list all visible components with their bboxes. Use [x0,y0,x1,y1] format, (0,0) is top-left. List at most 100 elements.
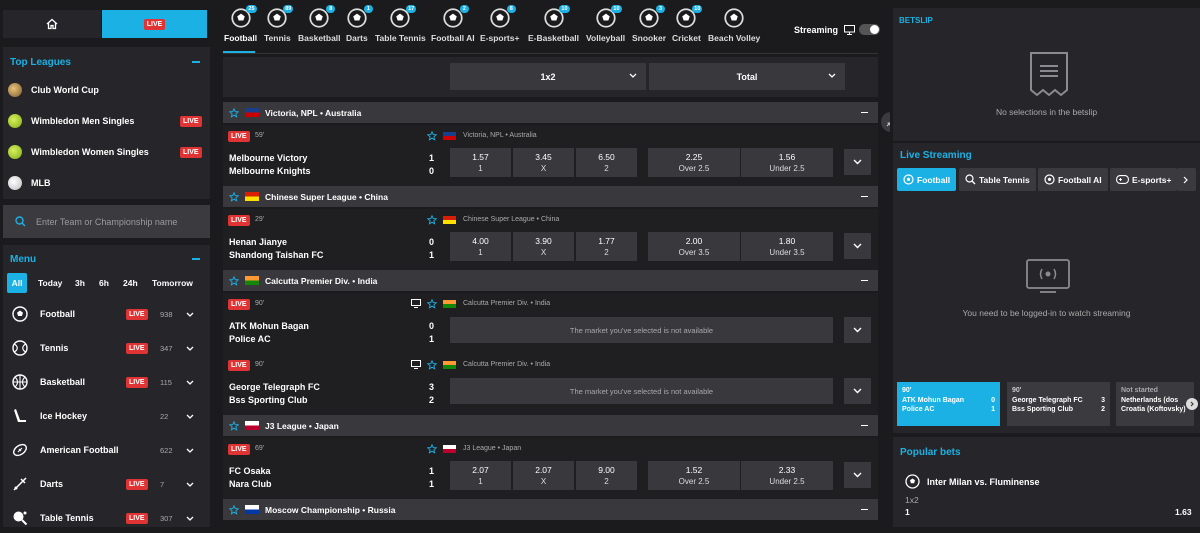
odds-button[interactable]: 1.57 1 [450,148,511,177]
home-button[interactable] [3,10,101,38]
tab-tennis[interactable]: 89 Tennis [264,5,294,43]
chevron-down-icon[interactable] [186,346,194,351]
tab-table-tennis[interactable]: 17 Table Tennis [375,5,426,43]
collapse-icon[interactable] [861,508,868,511]
collapse-icon[interactable] [192,61,200,63]
more-markets-button[interactable] [844,233,871,259]
stream-tab-table-tennis[interactable]: Table Tennis [959,168,1036,191]
tv-icon[interactable] [411,299,421,308]
streaming-toggle[interactable] [859,24,881,35]
odds-button[interactable]: 3.90 X [513,232,574,261]
star-icon[interactable] [427,360,437,370]
chevron-down-icon[interactable] [186,312,194,317]
tab-e-basketball[interactable]: 10 E-Basketball [528,5,579,43]
sport-item-darts[interactable]: Darts LIVE 7 [12,469,202,499]
popular-odd[interactable]: 1.63 [1175,507,1192,517]
odds-button[interactable]: 9.00 2 [576,461,637,490]
market-dropdown[interactable]: 1x2 [450,63,646,90]
more-markets-button[interactable] [844,149,871,175]
star-icon[interactable] [229,275,239,286]
total-odds-button[interactable]: 2.00 Over 3.5 [648,232,740,261]
collapse-icon[interactable] [192,258,200,260]
tv-icon[interactable] [411,360,421,369]
league-header[interactable]: Moscow Championship • Russia [223,499,878,520]
top-league-item[interactable]: Wimbledon Men Singles LIVE [8,108,208,134]
collapse-icon[interactable] [861,111,868,114]
odds-button[interactable]: 3.45 X [513,148,574,177]
filter-tomorrow[interactable]: Tomorrow [152,273,193,293]
star-icon[interactable] [229,107,239,118]
league-header[interactable]: Calcutta Premier Div. • India [223,270,878,291]
top-league-item[interactable]: Wimbledon Women Singles LIVE [8,139,208,165]
tab-football[interactable]: 25 Football [224,5,257,43]
chevron-down-icon[interactable] [186,380,194,385]
stream-tab-esports[interactable]: E-sports+ [1110,168,1178,191]
tab-volleyball[interactable]: 10 Volleyball [586,5,625,43]
stream-tab-football[interactable]: Football [897,168,957,191]
stream-match-card[interactable]: Not started Netherlands (dos Croatia (Ko… [1116,382,1194,426]
tab-cricket[interactable]: 10 Cricket [672,5,703,43]
tab-basketball[interactable]: 8 Basketball [298,5,341,43]
more-markets-button[interactable] [844,317,871,343]
league-header[interactable]: J3 League • Japan [223,415,878,436]
search-input[interactable]: Enter Team or Championship name [3,205,210,238]
stream-tab-football-ai[interactable]: Football AI [1038,168,1108,191]
filter-24h[interactable]: 24h [123,273,138,293]
collapse-icon[interactable] [861,424,868,427]
chevron-down-icon[interactable] [186,482,194,487]
star-icon[interactable] [427,444,437,454]
tab-football-ai[interactable]: 2 Football AI [431,5,475,43]
sport-item-tennis[interactable]: Tennis LIVE 347 [12,333,202,363]
total-odds-button[interactable]: 1.56 Under 2.5 [741,148,833,177]
odds-button[interactable]: 1.77 2 [576,232,637,261]
top-league-item[interactable]: MLB [8,170,208,196]
stream-match-card[interactable]: 90' ATK Mohun Bagan 0 Police AC 1 [897,382,1000,426]
cards-next-button[interactable] [1186,398,1198,410]
sport-item-football[interactable]: Football LIVE 938 [12,299,202,329]
popular-selection[interactable]: 1 [905,507,910,517]
total-odds-button[interactable]: 2.33 Under 2.5 [741,461,833,490]
star-icon[interactable] [229,420,239,431]
star-icon[interactable] [427,131,437,141]
collapse-icon[interactable] [861,195,868,198]
filter-all[interactable]: All [7,273,27,293]
stream-match-card[interactable]: 90' George Telegraph FC 3 Bss Sporting Cl… [1007,382,1110,426]
match-row[interactable]: LIVE 69' J3 League • Japan FC Osaka Nara Clu… [223,438,878,501]
tab-darts[interactable]: 1 Darts [346,5,373,43]
total-odds-button[interactable]: 2.25 Over 2.5 [648,148,740,177]
filter-3h[interactable]: 3h [75,273,85,293]
top-league-item[interactable]: Club World Cup [8,77,208,103]
tab-e-sports[interactable]: 8 E-sports+ [480,5,519,43]
odds-button[interactable]: 2.07 X [513,461,574,490]
live-button[interactable]: LIVE [102,10,207,38]
more-markets-button[interactable] [844,378,871,404]
filter-6h[interactable]: 6h [99,273,109,293]
chevron-down-icon[interactable] [186,414,194,419]
more-markets-button[interactable] [844,462,871,488]
odds-button[interactable]: 6.50 2 [576,148,637,177]
total-odds-button[interactable]: 1.80 Under 3.5 [741,232,833,261]
total-dropdown[interactable]: Total [649,63,845,90]
chevron-down-icon[interactable] [186,448,194,453]
league-header[interactable]: Victoria, NPL • Australia [223,102,878,123]
match-row[interactable]: LIVE 90' Calcutta Premier Div. • India ATK … [223,293,878,356]
odds-button[interactable]: 2.07 1 [450,461,511,490]
sport-item-american-football[interactable]: American Football 622 [12,435,202,465]
odds-button[interactable]: 4.00 1 [450,232,511,261]
match-row[interactable]: LIVE 90' Calcutta Premier Div. • India Geor… [223,354,878,417]
star-icon[interactable] [229,191,239,202]
stream-tabs-next[interactable] [1177,168,1196,191]
sport-item-ice-hockey[interactable]: Ice Hockey 22 [12,401,202,431]
star-icon[interactable] [427,215,437,225]
collapse-icon[interactable] [861,279,868,282]
star-icon[interactable] [229,504,239,515]
match-row[interactable]: LIVE 59' Victoria, NPL • Australia Melbourn… [223,125,878,188]
chevron-down-icon[interactable] [186,516,194,521]
filter-today[interactable]: Today [38,273,62,293]
sport-item-table-tennis[interactable]: Table Tennis LIVE 307 [12,503,202,533]
sport-item-basketball[interactable]: Basketball LIVE 115 [12,367,202,397]
league-header[interactable]: Chinese Super League • China [223,186,878,207]
tab-snooker[interactable]: 3 Snooker [632,5,666,43]
match-row[interactable]: LIVE 29' Chinese Super League • China Henan… [223,209,878,272]
star-icon[interactable] [427,299,437,309]
